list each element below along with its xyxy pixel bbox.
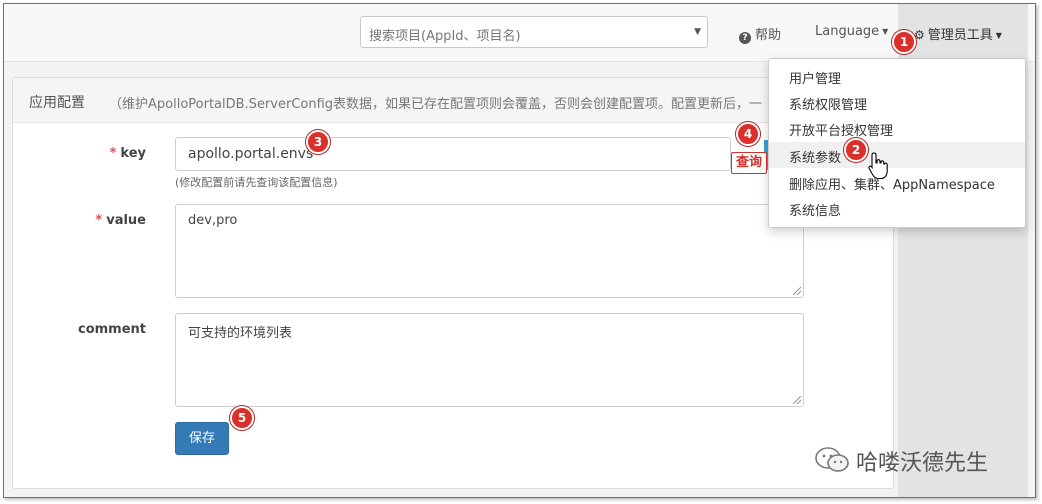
value-textarea[interactable]: dev,pro (175, 204, 804, 298)
comment-textarea[interactable]: 可支持的环境列表 (175, 313, 804, 407)
admin-tools-menu[interactable]: ⚙ 管理员工具 ▼ (898, 4, 1028, 61)
admin-tools-label: 管理员工具 (927, 28, 993, 43)
comment-label: comment (77, 322, 146, 337)
panel-header: 应用配置 （维护ApolloPortalDB.ServerConfig表数据，如… (13, 78, 893, 123)
step-badge-4: 4 (736, 122, 760, 146)
menu-item-open-platform-auth[interactable]: 开放平台授权管理 (769, 115, 1025, 141)
help-label: 帮助 (755, 28, 782, 43)
value-label: * value (95, 213, 146, 228)
hand-cursor-icon (868, 152, 888, 180)
key-label: * key (109, 146, 146, 161)
comment-text: 可支持的环境列表 (188, 326, 293, 341)
menu-item-delete-app[interactable]: 删除应用、集群、AppNamespace (769, 169, 1025, 195)
save-button[interactable]: 保存 (175, 422, 229, 455)
step-badge-2: 2 (844, 138, 868, 162)
watermark-text: 哈喽沃德先生 (856, 451, 989, 476)
panel-title: 应用配置 (29, 95, 85, 111)
resize-handle-icon[interactable] (793, 287, 801, 295)
menu-item-system-parameters[interactable]: 系统参数 (769, 142, 1025, 168)
menu-item-system-info[interactable]: 系统信息 (769, 195, 1025, 221)
language-menu[interactable]: Language ▼ (815, 24, 888, 39)
menu-item-system-permissions[interactable]: 系统权限管理 (769, 89, 1025, 115)
language-label: Language (815, 24, 880, 39)
wechat-icon (815, 447, 849, 472)
key-hint: (修改配置前请先查询该配置信息) (175, 176, 338, 189)
panel-description: （维护ApolloPortalDB.ServerConfig表数据，如果已存在配… (109, 97, 763, 112)
app-window: 搜索项目(AppId、项目名) ▼ ? 帮助 Language ▼ ⚙ 管理员工具 ▼ … (3, 3, 1036, 498)
value-text: dev,pro (188, 213, 238, 228)
key-value: apollo.portal.envs (188, 146, 314, 162)
question-icon: ? (739, 32, 751, 44)
query-button[interactable]: 查询 (731, 152, 767, 174)
step-badge-5: 5 (230, 406, 254, 430)
help-link[interactable]: ? 帮助 (739, 24, 781, 44)
project-search-select[interactable]: 搜索项目(AppId、项目名) ▼ (360, 16, 708, 48)
caret-down-icon: ▼ (995, 31, 1002, 40)
step-badge-3: 3 (306, 130, 330, 154)
admin-tools-dropdown: 用户管理 系统权限管理 开放平台授权管理 系统参数 删除应用、集群、AppNam… (768, 58, 1026, 228)
key-input[interactable]: apollo.portal.envs (175, 137, 731, 171)
menu-item-user-management[interactable]: 用户管理 (769, 63, 1025, 89)
caret-down-icon: ▼ (882, 27, 889, 36)
top-navbar: 搜索项目(AppId、项目名) ▼ ? 帮助 Language ▼ ⚙ 管理员工具 ▼ (4, 4, 1035, 62)
step-badge-1: 1 (892, 30, 916, 54)
resize-handle-icon[interactable] (793, 396, 801, 404)
chevron-down-icon: ▼ (694, 27, 701, 37)
search-placeholder: 搜索项目(AppId、项目名) (369, 29, 521, 44)
